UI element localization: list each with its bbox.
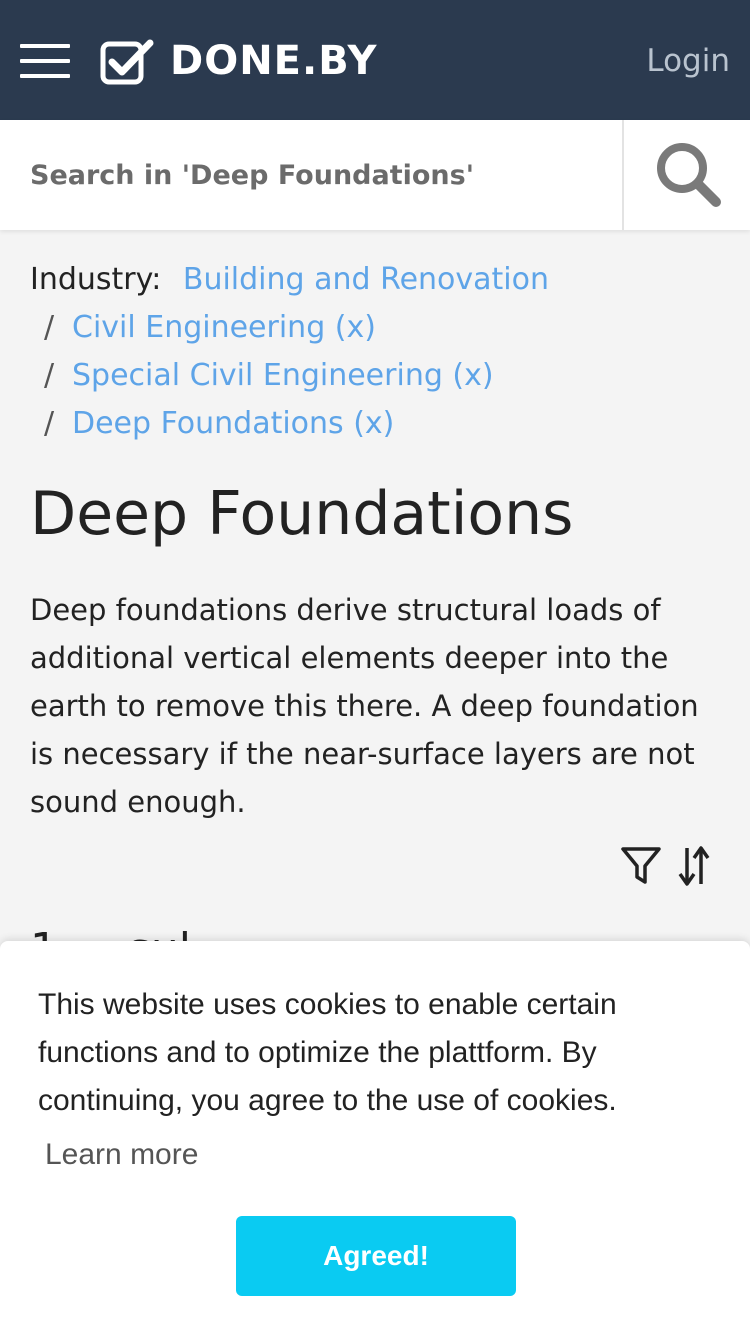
category-description: Deep foundations derive structural loads…	[30, 593, 699, 819]
cookie-banner: This website uses cookies to enable cert…	[0, 941, 750, 1334]
breadcrumb-separator: /	[43, 310, 55, 345]
search-icon	[657, 143, 721, 207]
breadcrumb-item-civil-engineering[interactable]: Civil Engineering (x)	[72, 310, 376, 345]
breadcrumb-item-special-civil-engineering[interactable]: Special Civil Engineering (x)	[72, 358, 494, 393]
top-navbar: DONE.BY Login	[0, 0, 750, 120]
sort-icon	[678, 846, 710, 886]
sort-button[interactable]	[678, 844, 722, 888]
breadcrumb: Industry: Building and Renovation / Civil…	[30, 256, 549, 448]
search-input[interactable]	[0, 120, 622, 230]
page-title: Deep Foundations	[30, 479, 574, 549]
breadcrumb-separator: /	[43, 358, 55, 393]
breadcrumb-label: Industry:	[30, 262, 162, 297]
checkbox-logo-icon	[100, 39, 154, 85]
search-button[interactable]	[624, 120, 750, 230]
search-bar	[0, 120, 750, 230]
login-link[interactable]: Login	[646, 40, 730, 82]
learn-more-link[interactable]: Learn more	[45, 1131, 198, 1179]
menu-icon[interactable]	[20, 44, 70, 78]
filter-button[interactable]	[619, 844, 663, 888]
filter-icon	[621, 847, 661, 884]
breadcrumb-item-building-renovation[interactable]: Building and Renovation	[183, 262, 549, 297]
brand-logo-text[interactable]: DONE.BY	[170, 36, 377, 86]
breadcrumb-item-deep-foundations[interactable]: Deep Foundations (x)	[72, 406, 394, 441]
list-toolbar	[619, 844, 722, 888]
breadcrumb-separator: /	[43, 406, 55, 441]
agree-button[interactable]: Agreed!	[236, 1216, 516, 1296]
cookie-message: This website uses cookies to enable cert…	[38, 988, 617, 1117]
